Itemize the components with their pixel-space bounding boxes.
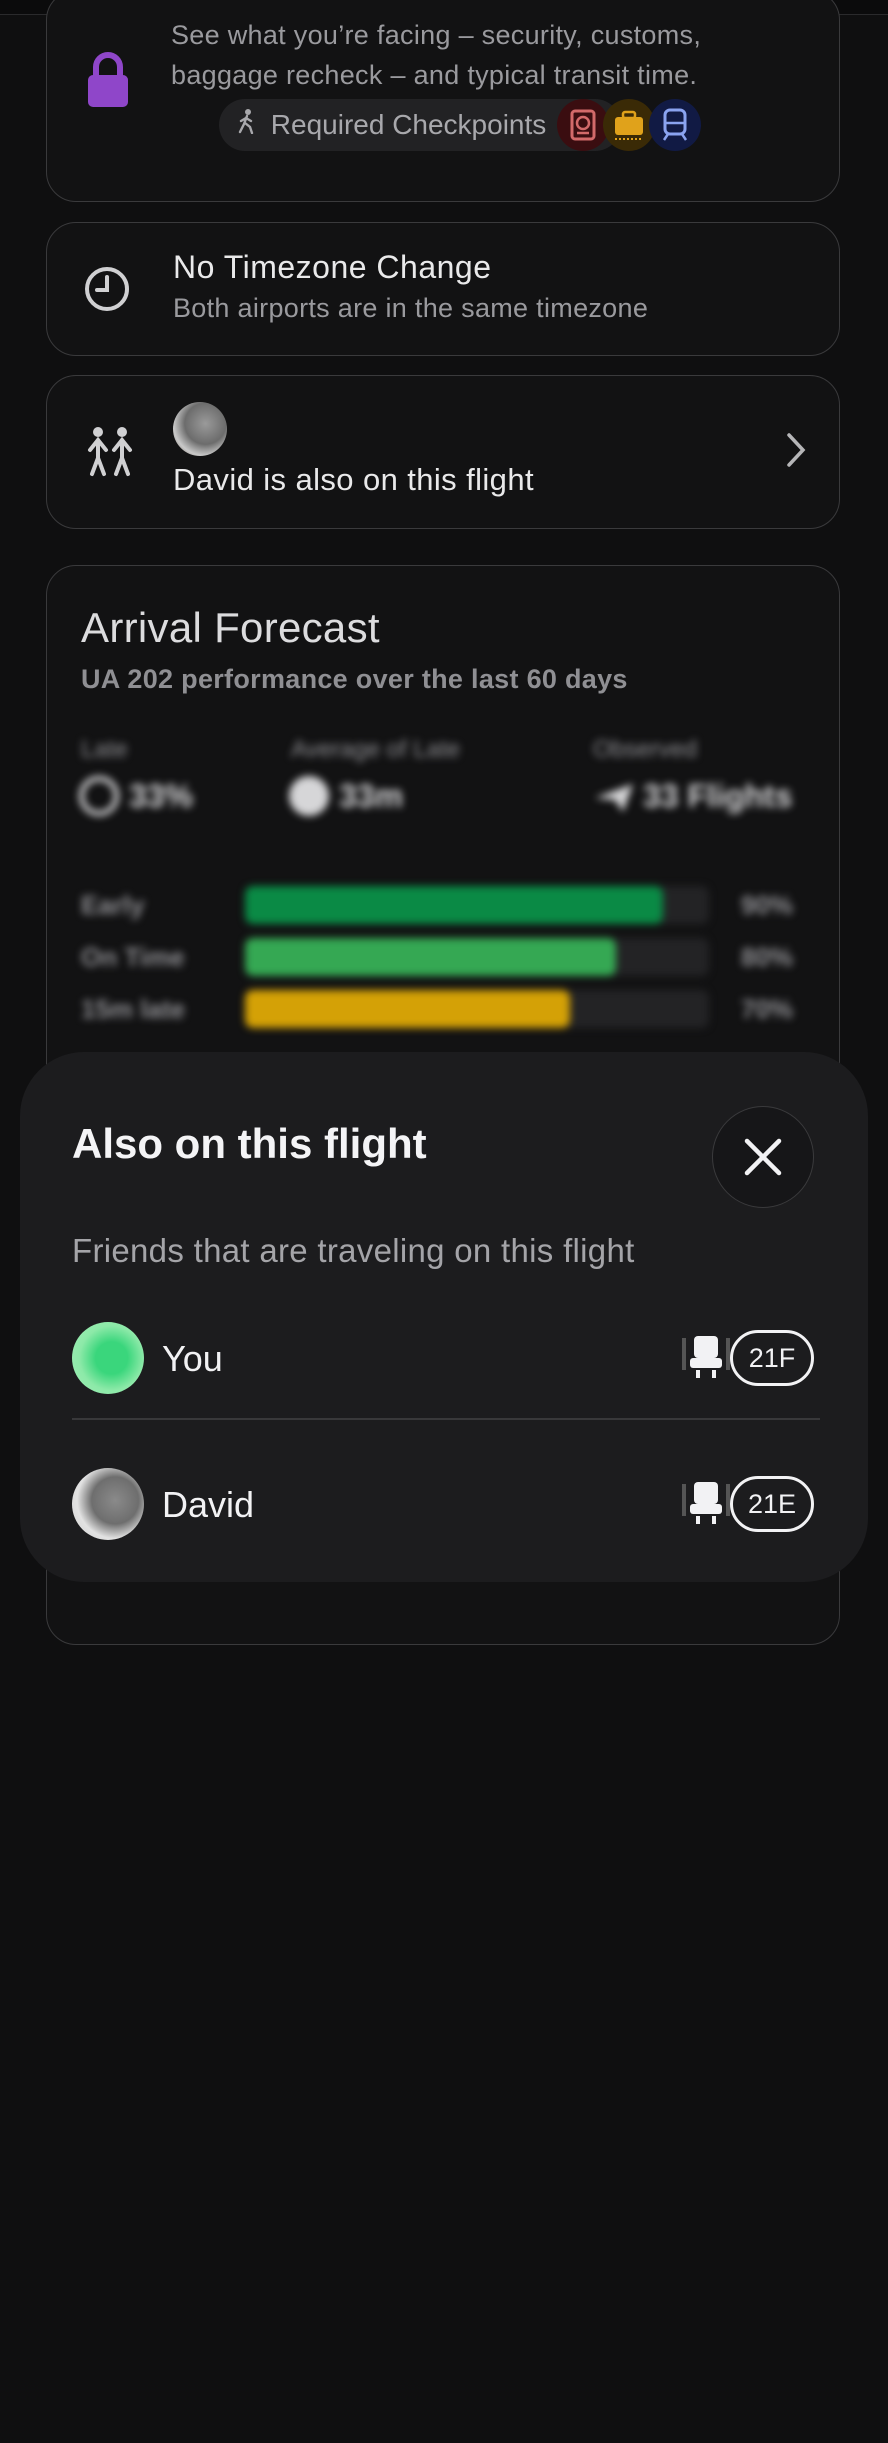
passenger-row[interactable]: You 21F bbox=[20, 1308, 868, 1408]
forecast-subtitle: UA 202 performance over the last 60 days bbox=[81, 664, 628, 694]
bar-percent: 90% bbox=[741, 890, 794, 920]
stat-label-late: Late bbox=[81, 736, 128, 763]
bar-track bbox=[245, 886, 709, 924]
stat-label-average: Average of Late bbox=[291, 736, 461, 763]
timezone-subtitle: Both airports are in the same timezone bbox=[173, 293, 649, 323]
also-on-flight-sheet: Also on this flight Friends that are tra… bbox=[20, 1052, 868, 1582]
bar-label: Early bbox=[81, 890, 145, 920]
stat-value-observed: 33 Flights bbox=[643, 778, 793, 814]
timezone-title: No Timezone Change bbox=[173, 249, 492, 285]
bar-fill bbox=[245, 886, 663, 924]
row-divider bbox=[72, 1418, 820, 1420]
stat-value-average: 33m bbox=[339, 778, 404, 814]
required-checkpoints-label: Required Checkpoints → bbox=[270, 109, 583, 140]
close-icon bbox=[743, 1137, 783, 1182]
avatar bbox=[72, 1468, 144, 1540]
friends-on-flight-card[interactable]: David is also on this flight bbox=[46, 375, 840, 529]
late-icon bbox=[79, 776, 119, 816]
seat-badge: 21E bbox=[730, 1476, 814, 1532]
timezone-card: No Timezone Change Both airports are in … bbox=[46, 222, 840, 356]
stat-label-observed: Observed bbox=[593, 736, 698, 763]
seat-badge: 21F bbox=[730, 1330, 814, 1386]
friends-on-flight-text: David is also on this flight bbox=[173, 462, 534, 497]
clock-icon bbox=[83, 265, 131, 318]
bar-percent: 80% bbox=[741, 942, 794, 972]
walking-icon bbox=[237, 99, 263, 151]
avatar bbox=[72, 1322, 144, 1394]
checkpoints-description: See what you’re facing – security, custo… bbox=[171, 20, 702, 90]
baggage-icon bbox=[603, 99, 655, 151]
seat-icon bbox=[680, 1478, 732, 1533]
bar-label: On Time bbox=[81, 942, 185, 972]
bar-fill bbox=[245, 938, 617, 976]
passenger-name: You bbox=[162, 1338, 223, 1379]
lock-icon bbox=[87, 51, 129, 114]
passenger-name: David bbox=[162, 1484, 255, 1525]
sheet-subtitle: Friends that are traveling on this fligh… bbox=[72, 1232, 635, 1269]
plane-icon bbox=[593, 778, 635, 821]
bar-track bbox=[245, 938, 709, 976]
sheet-title: Also on this flight bbox=[72, 1120, 427, 1167]
passport-icon bbox=[557, 99, 609, 151]
seat-icon bbox=[680, 1332, 732, 1387]
bar-label: 15m late bbox=[81, 994, 186, 1024]
bar-percent: 70% bbox=[741, 994, 794, 1024]
timer-icon bbox=[289, 776, 329, 816]
chevron-right-icon bbox=[785, 432, 807, 473]
close-button[interactable] bbox=[712, 1106, 814, 1208]
stat-value-late: 33% bbox=[129, 778, 194, 814]
people-icon bbox=[83, 424, 137, 483]
checkpoints-card[interactable]: See what you’re facing – security, custo… bbox=[46, 0, 840, 202]
train-icon bbox=[649, 99, 701, 151]
bar-fill bbox=[245, 990, 570, 1028]
forecast-title: Arrival Forecast bbox=[81, 604, 380, 651]
passenger-row[interactable]: David 21E bbox=[20, 1454, 868, 1554]
avatar bbox=[173, 402, 227, 456]
bar-track bbox=[245, 990, 709, 1028]
